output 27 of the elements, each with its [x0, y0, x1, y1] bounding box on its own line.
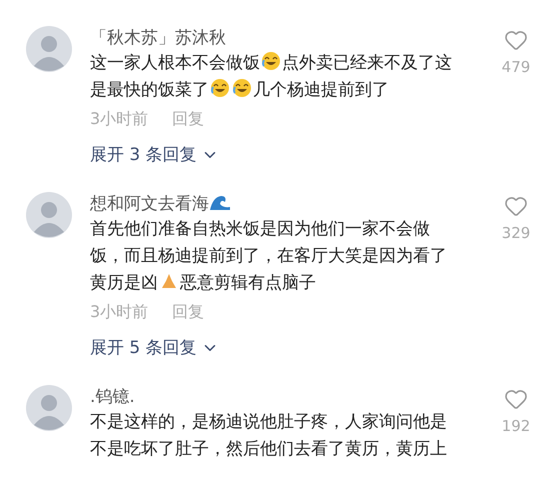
laughing-face-icon — [261, 51, 281, 71]
comment-line: 这一家人根本不会做饭 点外卖已经来不及了这 — [90, 50, 453, 75]
timestamp: 3小时前 — [90, 108, 148, 130]
username[interactable]: 「秋木苏」苏沐秋 — [90, 26, 500, 50]
laughing-face-icon — [210, 78, 230, 98]
comment-line: 首先他们准备自热米饭是因为他们一家不会做 — [90, 218, 431, 241]
expand-replies-link[interactable]: 展开 5 条回复 — [90, 337, 219, 359]
like-count: 329 — [502, 223, 530, 244]
avatar-icon[interactable] — [26, 26, 72, 72]
heart-icon[interactable] — [504, 387, 528, 411]
laughing-face-icon — [232, 78, 252, 98]
wave-icon — [209, 193, 231, 211]
like-count: 479 — [502, 57, 530, 78]
comment-line: 黄历是凶 恶意剪辑有点脑子 — [90, 270, 317, 295]
expand-replies-link[interactable]: 展开 3 条回复 — [90, 144, 219, 166]
comment-line: 不是吃坏了肚子，然后他们去看了黄历，黄历上 — [90, 438, 448, 461]
like-count: 192 — [502, 416, 530, 437]
username[interactable]: .钨镱. — [90, 385, 500, 409]
heart-icon[interactable] — [504, 28, 528, 52]
avatar-icon[interactable] — [26, 385, 72, 431]
heart-icon[interactable] — [504, 194, 528, 218]
timestamp: 3小时前 — [90, 301, 148, 323]
avatar-icon[interactable] — [26, 192, 72, 238]
comment-line: 不是这样的，是杨迪说他肚子疼，人家询问他是 — [90, 411, 448, 434]
comment-line: 饭，而且杨迪提前到了，在客厅大笑是因为看了 — [90, 245, 448, 268]
comment-line: 是最快的饭菜了 几个杨迪提前到了 — [90, 77, 390, 102]
username[interactable]: 想和阿文去看海 — [90, 192, 500, 216]
